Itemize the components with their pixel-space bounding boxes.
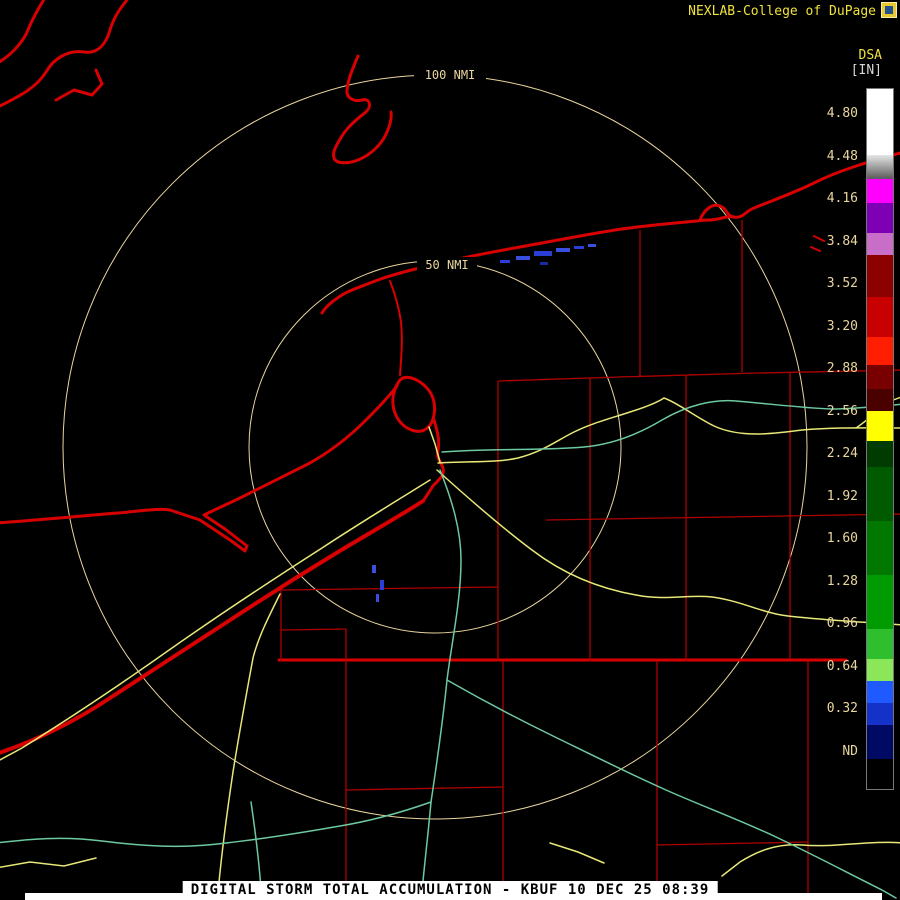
legend-label: 3.84 (826, 233, 858, 249)
colorbar-segment (867, 389, 893, 411)
state-shorelines (0, 0, 900, 755)
colorbar-segment (867, 411, 893, 441)
colorbar-segment (867, 337, 893, 365)
product-code: DSA (858, 48, 882, 63)
ring-labels: 100 NMI 50 NMI (414, 67, 486, 272)
legend-label: 4.16 (826, 191, 858, 206)
shoreline-erie-south (0, 499, 425, 755)
precip-echo (380, 580, 384, 590)
precip-echo (556, 248, 570, 252)
precip-echo (372, 565, 376, 573)
precip-echo (516, 256, 530, 260)
colorbar-segment (867, 179, 893, 203)
legend-label: ND (842, 743, 858, 759)
legend-label: 4.48 (826, 148, 858, 164)
colorbar-segment (867, 575, 893, 629)
road-bottom-right (721, 841, 900, 877)
niagara-river (389, 280, 403, 376)
colorbar-segment (867, 233, 893, 255)
colorbar-segment (867, 297, 893, 337)
shoreline-lake-simcoe (54, 68, 104, 102)
product-title: DIGITAL STORM TOTAL ACCUMULATION - KBUF … (182, 881, 718, 900)
range-ring-100nmi (62, 74, 808, 820)
legend-labels: 4.80 4.48 4.16 3.84 3.52 3.20 2.88 2.56 2.24 1.92… (810, 93, 858, 773)
colorbar-segment (867, 155, 893, 179)
roads-primary (0, 396, 900, 900)
colorbar-segment (867, 681, 893, 703)
legend-label: 0.32 (826, 701, 858, 716)
legend-label: 1.92 (826, 488, 858, 504)
colorbar-segment (867, 255, 893, 297)
colorbar-segment (867, 521, 893, 575)
colorbar-segment (867, 467, 893, 521)
shoreline-erie-north (0, 384, 399, 553)
precip-echoes (372, 244, 596, 602)
precip-echo (534, 251, 552, 256)
road-bottom-left (0, 857, 97, 869)
range-ring-50nmi (248, 260, 622, 634)
colorbar-segment (867, 89, 893, 155)
shoreline-canada-nw (0, 0, 46, 64)
road-bottom-mid (549, 842, 605, 864)
colorbar-segment (867, 203, 893, 233)
legend-label: 2.56 (826, 403, 858, 419)
range-rings (62, 74, 808, 820)
precip-echo (574, 246, 584, 249)
colorbar-segment (867, 725, 893, 759)
road-bottom-left-winding (0, 801, 432, 848)
colorbar-segment (867, 759, 893, 789)
legend-label: 0.64 (826, 658, 858, 674)
ring-label-100nmi: 100 NMI (425, 68, 476, 82)
roads-secondary (0, 399, 900, 900)
colorbar-segment (867, 441, 893, 467)
colorbar-segment (867, 365, 893, 389)
radar-screen: 100 NMI 50 NMI NEXLAB-College of DuPage … (0, 0, 900, 900)
legend-label: 0.96 (826, 616, 858, 631)
legend-label: 2.24 (826, 446, 858, 461)
radar-map: 100 NMI 50 NMI (0, 0, 900, 900)
legend-label: 1.60 (826, 531, 858, 546)
road-south-219 (216, 593, 281, 900)
shoreline-toronto (332, 54, 393, 165)
cod-flag-logo-icon (881, 2, 897, 18)
colorbar (866, 88, 894, 790)
county-lines (280, 220, 900, 900)
colorbar-segment (867, 629, 893, 659)
precip-echo (588, 244, 596, 247)
colorbar-segment (867, 703, 893, 725)
legend-label: 1.28 (826, 573, 858, 589)
ring-label-50nmi: 50 NMI (425, 258, 468, 272)
colorbar-segment (867, 659, 893, 681)
grand-island (391, 375, 437, 433)
brand-text: NEXLAB-College of DuPage (688, 4, 876, 19)
precip-echo (540, 262, 548, 265)
county-line (280, 628, 347, 631)
legend-label: 3.20 (826, 318, 858, 334)
legend-label: 2.88 (826, 361, 858, 376)
precip-echo (500, 260, 510, 263)
legend-label: 4.80 (826, 106, 858, 121)
legend-label: 3.52 (826, 276, 858, 291)
precip-echo (376, 594, 379, 602)
county-line (345, 786, 504, 791)
units-label: [IN] (850, 63, 882, 78)
shoreline-georgian-bay (0, 0, 129, 108)
